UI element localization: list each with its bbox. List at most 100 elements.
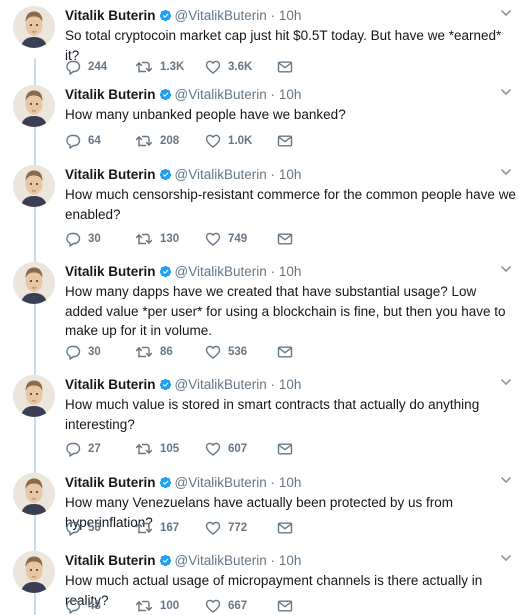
chevron-down-icon[interactable] bbox=[499, 6, 513, 20]
tweet-text: How much censorship-resistant commerce f… bbox=[65, 187, 516, 222]
like-button[interactable]: 749 bbox=[205, 231, 247, 247]
direct-message-button[interactable] bbox=[277, 520, 293, 536]
retweet-count: 208 bbox=[160, 135, 180, 147]
reply-button[interactable]: 30 bbox=[65, 231, 101, 247]
thread-connector-line bbox=[34, 58, 36, 615]
chevron-down-icon[interactable] bbox=[499, 85, 513, 99]
author-handle[interactable]: @VitalikButerin bbox=[175, 167, 267, 182]
like-button[interactable]: 536 bbox=[205, 344, 247, 360]
retweet-button[interactable]: 167 bbox=[135, 520, 179, 536]
like-button[interactable]: 1.0K bbox=[205, 133, 252, 149]
heart-icon bbox=[205, 442, 221, 456]
retweet-count: 105 bbox=[160, 443, 180, 455]
retweet-icon bbox=[135, 600, 153, 612]
retweet-button[interactable]: 105 bbox=[135, 441, 179, 457]
tweet-timestamp[interactable]: 10h bbox=[279, 87, 302, 102]
reply-icon bbox=[66, 134, 81, 149]
retweet-count: 86 bbox=[160, 346, 173, 358]
reply-button[interactable]: 56 bbox=[65, 520, 101, 536]
reply-icon bbox=[66, 60, 81, 75]
retweet-icon bbox=[135, 233, 153, 245]
separator-dot: · bbox=[270, 8, 276, 23]
reply-button[interactable]: 27 bbox=[65, 441, 101, 457]
tweet-header: Vitalik Buterin @VitalikButerin · 10h bbox=[65, 263, 301, 281]
tweet-timestamp[interactable]: 10h bbox=[279, 475, 302, 490]
reply-button[interactable]: 64 bbox=[65, 133, 101, 149]
chevron-down-icon[interactable] bbox=[499, 551, 513, 565]
author-handle[interactable]: @VitalikButerin bbox=[175, 553, 267, 568]
retweet-button[interactable]: 130 bbox=[135, 231, 179, 247]
like-button[interactable]: 667 bbox=[205, 598, 247, 614]
author-name[interactable]: Vitalik Buterin bbox=[65, 553, 156, 568]
retweet-button[interactable]: 86 bbox=[135, 344, 173, 360]
avatar[interactable] bbox=[13, 85, 55, 127]
avatar[interactable] bbox=[13, 375, 55, 417]
author-handle[interactable]: @VitalikButerin bbox=[175, 87, 267, 102]
author-handle[interactable]: @VitalikButerin bbox=[175, 475, 267, 490]
chevron-down-icon[interactable] bbox=[499, 165, 513, 179]
retweet-icon bbox=[135, 135, 153, 147]
separator-dot: · bbox=[270, 377, 276, 392]
author-name[interactable]: Vitalik Buterin bbox=[65, 167, 156, 182]
author-name[interactable]: Vitalik Buterin bbox=[65, 264, 156, 279]
author-handle[interactable]: @VitalikButerin bbox=[175, 8, 267, 23]
heart-icon bbox=[205, 60, 221, 74]
direct-message-button[interactable] bbox=[277, 133, 293, 149]
reply-button[interactable]: 48 bbox=[65, 598, 101, 614]
tweet-timestamp[interactable]: 10h bbox=[279, 553, 302, 568]
like-button[interactable]: 607 bbox=[205, 441, 247, 457]
tweet-header: Vitalik Buterin @VitalikButerin · 10h bbox=[65, 552, 301, 570]
envelope-icon bbox=[277, 600, 293, 612]
author-name[interactable]: Vitalik Buterin bbox=[65, 377, 156, 392]
direct-message-button[interactable] bbox=[277, 344, 293, 360]
retweet-button[interactable]: 100 bbox=[135, 598, 179, 614]
chevron-down-icon[interactable] bbox=[499, 375, 513, 389]
retweet-icon bbox=[135, 443, 153, 455]
like-button[interactable]: 772 bbox=[205, 520, 247, 536]
direct-message-button[interactable] bbox=[277, 59, 293, 75]
tweet-timestamp[interactable]: 10h bbox=[279, 377, 302, 392]
tweet-text: How many unbanked people have we banked? bbox=[65, 107, 346, 122]
retweet-button[interactable]: 208 bbox=[135, 133, 179, 149]
direct-message-button[interactable] bbox=[277, 441, 293, 457]
avatar[interactable] bbox=[13, 165, 55, 207]
verified-badge-icon bbox=[159, 168, 171, 181]
tweet-header: Vitalik Buterin @VitalikButerin · 10h bbox=[65, 7, 301, 25]
author-name[interactable]: Vitalik Buterin bbox=[65, 8, 156, 23]
tweet-timestamp[interactable]: 10h bbox=[279, 167, 302, 182]
reply-icon bbox=[66, 442, 81, 457]
author-name[interactable]: Vitalik Buterin bbox=[65, 87, 156, 102]
direct-message-button[interactable] bbox=[277, 231, 293, 247]
chevron-down-icon[interactable] bbox=[499, 473, 513, 487]
avatar[interactable] bbox=[13, 473, 55, 515]
tweet-text: How much value is stored in smart contra… bbox=[65, 397, 480, 432]
heart-icon bbox=[205, 232, 221, 246]
retweet-count: 167 bbox=[160, 522, 180, 534]
avatar[interactable] bbox=[13, 262, 55, 304]
heart-icon bbox=[205, 134, 221, 148]
author-handle[interactable]: @VitalikButerin bbox=[175, 264, 267, 279]
author-name[interactable]: Vitalik Buterin bbox=[65, 475, 156, 490]
heart-icon bbox=[205, 599, 221, 613]
chevron-down-icon[interactable] bbox=[499, 262, 513, 276]
author-handle[interactable]: @VitalikButerin bbox=[175, 377, 267, 392]
separator-dot: · bbox=[270, 87, 276, 102]
reply-button[interactable]: 30 bbox=[65, 344, 101, 360]
retweet-icon bbox=[135, 346, 153, 358]
reply-count: 30 bbox=[88, 346, 101, 358]
envelope-icon bbox=[277, 135, 293, 147]
direct-message-button[interactable] bbox=[277, 598, 293, 614]
retweet-button[interactable]: 1.3K bbox=[135, 59, 184, 75]
avatar[interactable] bbox=[13, 6, 55, 48]
verified-badge-icon bbox=[159, 378, 171, 391]
tweet-timestamp[interactable]: 10h bbox=[279, 264, 302, 279]
separator-dot: · bbox=[270, 167, 276, 182]
like-button[interactable]: 3.6K bbox=[205, 59, 252, 75]
avatar[interactable] bbox=[13, 551, 55, 593]
reply-count: 48 bbox=[88, 600, 101, 612]
reply-button[interactable]: 244 bbox=[65, 59, 107, 75]
reply-icon bbox=[66, 599, 81, 614]
like-count: 3.6K bbox=[228, 61, 253, 73]
tweet-timestamp[interactable]: 10h bbox=[279, 8, 302, 23]
retweet-count: 100 bbox=[160, 600, 180, 612]
